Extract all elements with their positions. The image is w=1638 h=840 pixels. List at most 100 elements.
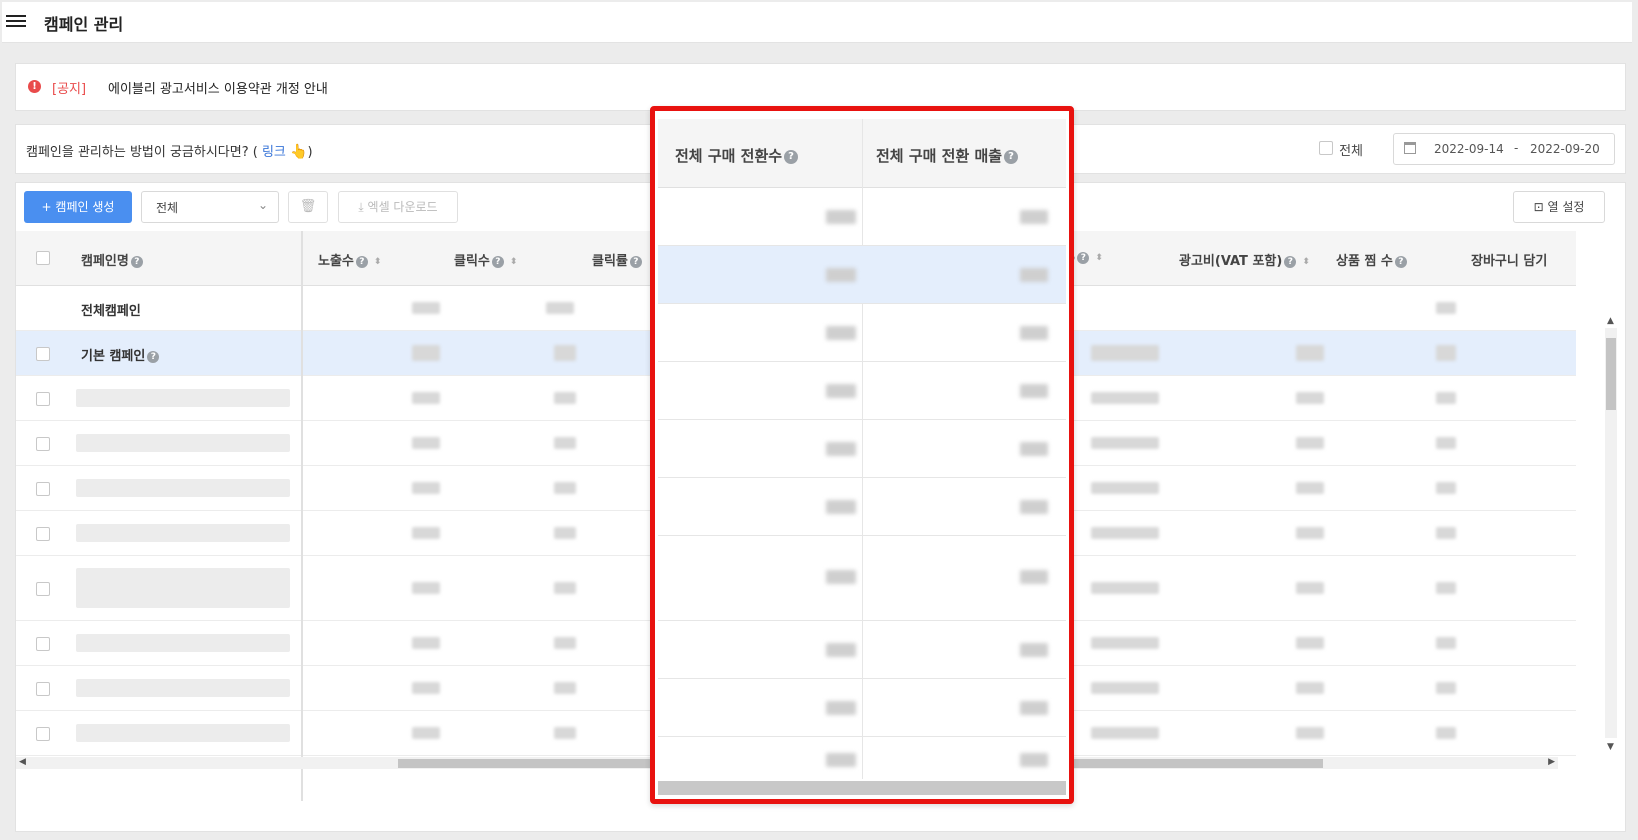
date-end[interactable]: 2022-09-20 — [1530, 142, 1600, 156]
blurred-value — [1436, 392, 1456, 404]
col-ctr[interactable]: 클릭률? — [592, 250, 642, 269]
scroll-up-arrow-icon[interactable]: ▲ — [1607, 316, 1614, 326]
row-checkbox[interactable] — [36, 682, 50, 696]
frozen-column-divider — [301, 231, 303, 801]
help-icon: ? — [1077, 251, 1090, 264]
blurred-value — [826, 753, 856, 767]
blurred-value — [1296, 637, 1324, 649]
row-basic-name: 기본 캠페인? — [81, 345, 160, 364]
blurred-value — [1296, 392, 1324, 404]
help-icon: ? — [1004, 149, 1019, 164]
blurred-value — [1436, 582, 1456, 594]
blurred-value — [1296, 582, 1324, 594]
help-icon: ? — [629, 255, 642, 268]
col-cart[interactable]: 장바구니 담기 — [1471, 250, 1547, 269]
row-checkbox[interactable] — [36, 727, 50, 741]
blurred-value — [412, 345, 440, 361]
column-settings-button[interactable]: ⊡ 열 설정 — [1513, 191, 1605, 223]
blurred-value — [412, 302, 440, 314]
vertical-scrollbar[interactable]: ▲ ▼ — [1605, 316, 1617, 752]
blurred-value — [1436, 302, 1456, 314]
blurred-value — [412, 727, 440, 739]
blurred-value — [412, 582, 440, 594]
calendar-icon — [1404, 142, 1416, 154]
col-total-purchase-revenue[interactable]: 전체 구매 전환 매출? — [876, 145, 1019, 166]
row-checkbox[interactable] — [36, 347, 50, 361]
all-period-checkbox[interactable] — [1319, 141, 1333, 155]
zoom-row — [658, 478, 1066, 536]
blurred-value — [554, 682, 576, 694]
blurred-value — [1091, 437, 1159, 449]
blurred-value — [1020, 500, 1048, 514]
col-ad-cost[interactable]: 광고비(VAT 포함)? ⬍ — [1179, 250, 1310, 269]
col-total-purchase-conversions[interactable]: 전체 구매 전환수? — [675, 145, 799, 166]
blurred-value — [412, 682, 440, 694]
row-checkbox[interactable] — [36, 527, 50, 541]
blurred-value — [1020, 326, 1048, 340]
blurred-value — [1436, 345, 1456, 361]
create-campaign-button[interactable]: + 캠페인 생성 — [24, 191, 132, 223]
status-select-value: 전체 — [156, 201, 179, 215]
help-icon: ? — [147, 350, 160, 363]
help-link[interactable]: 링크 — [262, 145, 286, 160]
blurred-name — [76, 724, 290, 742]
date-range-picker[interactable]: 2022-09-14 - 2022-09-20 — [1393, 133, 1615, 165]
blurred-value — [412, 437, 440, 449]
row-checkbox[interactable] — [36, 582, 50, 596]
exclamation-icon: ! — [28, 80, 41, 93]
scroll-right-arrow-icon[interactable]: ▶ — [1548, 757, 1555, 767]
blurred-value — [1091, 527, 1159, 539]
blurred-value — [1020, 210, 1048, 224]
blurred-value — [1436, 437, 1456, 449]
help-text: 캠페인을 관리하는 방법이 궁금하시다면? ( 링크 👆) — [26, 141, 313, 160]
blurred-value — [1091, 682, 1159, 694]
chevron-down-icon: ⌄ — [257, 198, 268, 212]
delete-button[interactable]: 🗑 — [288, 191, 328, 223]
blurred-value — [412, 527, 440, 539]
blurred-value — [546, 302, 574, 314]
blurred-name — [76, 434, 290, 452]
zoom-row — [658, 420, 1066, 478]
row-checkbox[interactable] — [36, 437, 50, 451]
blurred-value — [554, 482, 576, 494]
row-checkbox[interactable] — [36, 392, 50, 406]
help-suffix: ) — [307, 145, 313, 160]
col-likes[interactable]: 상품 찜 수? — [1336, 250, 1407, 269]
status-select[interactable]: 전체 ⌄ — [141, 191, 279, 223]
vertical-scroll-thumb[interactable] — [1606, 338, 1616, 410]
scroll-down-arrow-icon[interactable]: ▼ — [1607, 742, 1614, 752]
help-icon: ? — [1394, 255, 1407, 268]
blurred-value — [554, 582, 576, 594]
hamburger-menu-icon[interactable] — [6, 12, 26, 30]
notice-banner[interactable]: ! [공지] 에이블리 광고서비스 이용약관 개정 안내 — [15, 63, 1626, 111]
scroll-left-arrow-icon[interactable]: ◀ — [19, 757, 26, 767]
date-start[interactable]: 2022-09-14 — [1434, 142, 1504, 156]
row-checkbox[interactable] — [36, 637, 50, 651]
blurred-value — [1436, 482, 1456, 494]
blurred-value — [1091, 727, 1159, 739]
blurred-value — [1091, 582, 1159, 594]
trash-icon: 🗑 — [299, 199, 317, 214]
blurred-value — [826, 500, 856, 514]
help-icon: ? — [1284, 255, 1297, 268]
blurred-value — [1436, 727, 1456, 739]
notice-text[interactable]: 에이블리 광고서비스 이용약관 개정 안내 — [108, 78, 328, 97]
select-all-checkbox[interactable] — [36, 251, 50, 265]
blurred-value — [826, 570, 856, 584]
col-impressions[interactable]: 노출수? ⬍ — [318, 250, 381, 269]
zoom-row — [658, 304, 1066, 362]
zoom-row — [658, 536, 1066, 621]
blurred-value — [1296, 682, 1324, 694]
col-clicks[interactable]: 클릭수? ⬍ — [454, 250, 517, 269]
row-checkbox[interactable] — [36, 482, 50, 496]
col-name: 캠페인명? — [81, 250, 143, 269]
blurred-value — [1020, 643, 1048, 657]
blurred-value — [1296, 482, 1324, 494]
excel-download-button[interactable]: ⤓ 엑셀 다운로드 — [338, 191, 458, 223]
blurred-value — [1020, 268, 1048, 282]
blurred-value — [826, 701, 856, 715]
blurred-value — [1091, 482, 1159, 494]
blurred-value — [826, 643, 856, 657]
blurred-value — [1020, 701, 1048, 715]
blurred-name — [76, 634, 290, 652]
